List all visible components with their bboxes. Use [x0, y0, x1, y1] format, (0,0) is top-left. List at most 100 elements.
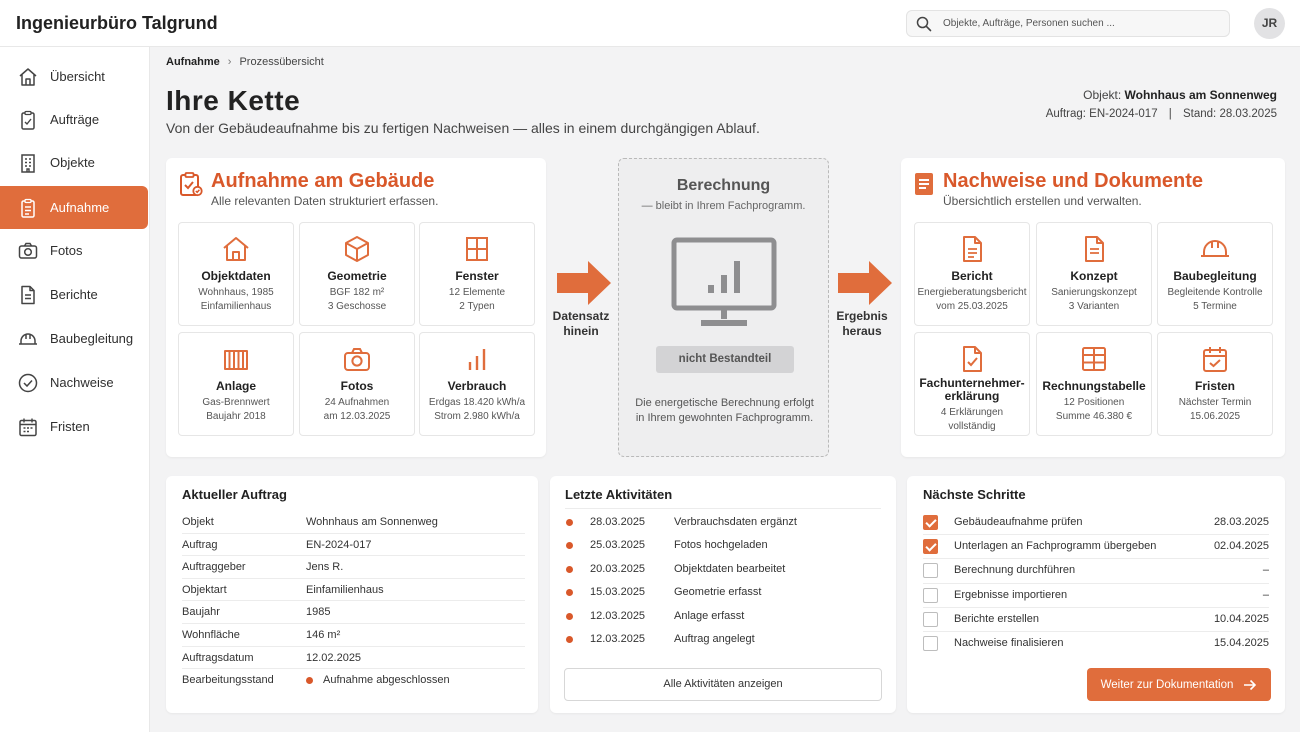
- step-item[interactable]: Nachweise finalisieren 15.04.2025: [923, 632, 1269, 656]
- step-date: 10.04.2025: [1213, 612, 1269, 625]
- order-value: EN-2024-017: [306, 538, 372, 551]
- step-checkbox[interactable]: [923, 563, 938, 579]
- sidebar-item-label: Baubegleitung: [50, 331, 134, 346]
- tile-line: Wohnhaus, 1985: [198, 287, 274, 298]
- step-date: 15.04.2025: [1213, 637, 1269, 649]
- order-line: Auftrag: EN-2024-017: [1045, 108, 1158, 120]
- camera-icon: [18, 242, 38, 259]
- sidebar-item-aufnahme[interactable]: Aufnahme: [0, 186, 148, 229]
- calendar-check-icon: [1203, 347, 1227, 372]
- arrow-right-icon: [557, 261, 611, 305]
- survey-card: Aufnahme am Gebäude Alle relevanten Date…: [166, 158, 546, 457]
- flow-in-line: hinein: [563, 324, 599, 338]
- activity-date: 12.03.2025: [590, 633, 646, 645]
- tile-baubegleitung[interactable]: Baubegleitung Begleitende Kontrolle 5 Te…: [1157, 222, 1273, 326]
- tile-line: am 12.03.2025: [323, 411, 391, 422]
- tile-line: Einfamilienhaus: [200, 301, 272, 312]
- sidebar-item-fotos[interactable]: Fotos: [0, 229, 148, 272]
- step-checkbox[interactable]: [923, 539, 938, 555]
- order-key: Objektart: [182, 583, 227, 596]
- show-all-activities-button[interactable]: Alle Aktivitäten anzeigen: [564, 668, 882, 701]
- step-label: Nachweise finalisieren: [954, 637, 1064, 649]
- radiator-icon: [224, 350, 248, 370]
- step-checkbox[interactable]: [923, 611, 938, 627]
- tile-fenster[interactable]: Fenster 12 Elemente 2 Typen: [419, 222, 535, 326]
- sidebar-item-nachweise[interactable]: Nachweise: [0, 361, 148, 404]
- calc-description-line: Die energetische Berechnung erfolgt: [635, 397, 814, 409]
- activity-item: 25.03.2025 Fotos hochgeladen: [566, 534, 882, 557]
- breadcrumb-root[interactable]: Aufnahme: [166, 56, 220, 68]
- tile-title: Fachunternehmer- erklärung: [919, 376, 1025, 403]
- tile-title: Konzept: [1070, 269, 1118, 283]
- order-value: Einfamilienhaus: [306, 583, 384, 596]
- tile-geometrie[interactable]: Geometrie BGF 182 m² 3 Geschosse: [299, 222, 415, 326]
- tile-line: 3 Varianten: [1068, 301, 1120, 312]
- sidebar-item-label: Übersicht: [50, 69, 105, 84]
- sidebar-item-objekte[interactable]: Objekte: [0, 141, 148, 184]
- monitor-chart-icon: [671, 237, 777, 326]
- tile-verbrauch[interactable]: Verbrauch Erdgas 18.420 kWh/a Strom 2.98…: [419, 332, 535, 436]
- step-item[interactable]: Unterlagen an Fachprogramm übergeben 02.0…: [923, 535, 1269, 560]
- step-item[interactable]: Berichte erstellen 10.04.2025: [923, 608, 1269, 632]
- step-item[interactable]: Ergebnisse importieren –: [923, 584, 1269, 608]
- tile-title: Verbrauch: [447, 379, 507, 393]
- activity-date: 20.03.2025: [590, 562, 646, 575]
- calculation-panel: Berechnung — bleibt in Ihrem Fachprogram…: [618, 158, 829, 457]
- object-value: Wohnhaus am Sonnenweg: [1124, 88, 1277, 102]
- step-item[interactable]: Gebäudeaufnahme prüfen 28.03.2025: [923, 511, 1269, 536]
- sidebar-item-label: Berichte: [50, 287, 98, 302]
- sidebar-item-baubegleitung[interactable]: Baubegleitung: [0, 317, 148, 360]
- search-placeholder: Objekte, Aufträge, Personen suchen ...: [943, 18, 1115, 29]
- page-subtitle: Von der Gebäudeaufnahme bis zu fertigen …: [166, 120, 760, 136]
- sidebar-item-auftraege[interactable]: Aufträge: [0, 98, 148, 141]
- building-icon: [21, 153, 35, 173]
- step-checkbox[interactable]: [923, 515, 938, 530]
- tile-objektdaten[interactable]: Objektdaten Wohnhaus, 1985 Einfamilienha…: [178, 222, 294, 326]
- arrow-right-icon: [838, 261, 892, 305]
- tile-fachunternehmererklaerung[interactable]: Fachunternehmer- erklärung 4 Erklärungen…: [914, 332, 1030, 436]
- tile-line: Gas-Brennwert: [202, 397, 270, 408]
- step-item[interactable]: Berechnung durchführen –: [923, 559, 1269, 584]
- bar-chart-icon: [468, 349, 486, 370]
- tile-line: Sanierungskonzept: [1051, 287, 1137, 298]
- step-checkbox[interactable]: [923, 636, 938, 651]
- tile-anlage[interactable]: Anlage Gas-Brennwert Baujahr 2018: [178, 332, 294, 436]
- sidebar-item-fristen[interactable]: Fristen: [0, 405, 148, 448]
- tile-bericht[interactable]: Bericht Energieberatungsbericht vom 25.0…: [914, 222, 1030, 326]
- avatar[interactable]: JR: [1254, 8, 1285, 39]
- sidebar-item-uebersicht[interactable]: Übersicht: [0, 55, 148, 98]
- calc-title: Berechnung: [676, 177, 771, 194]
- step-date: 28.03.2025: [1213, 516, 1269, 528]
- status-dot: [306, 676, 313, 684]
- house-icon: [223, 237, 249, 261]
- tile-line: Begleitende Kontrolle: [1167, 287, 1263, 298]
- flow-out-line: heraus: [842, 324, 882, 338]
- order-key: Auftrag: [182, 538, 218, 551]
- tile-fristen[interactable]: Fristen Nächster Termin 15.06.2025: [1157, 332, 1273, 436]
- tile-rechnungstabelle[interactable]: Rechnungstabelle 12 Positionen Summe 46.…: [1036, 332, 1152, 436]
- tile-line: 15.06.2025: [1189, 411, 1241, 422]
- order-row: Baujahr 1985: [182, 601, 525, 624]
- activity-date: 25.03.2025: [590, 539, 646, 552]
- object-label: Objekt:: [1083, 88, 1122, 102]
- calc-description-line: in Ihrem gewohnten Fachprogramm.: [635, 412, 814, 424]
- step-checkbox[interactable]: [923, 587, 938, 603]
- activity-date: 28.03.2025: [590, 516, 646, 528]
- order-value: 1985: [306, 606, 331, 619]
- activity-dot: [566, 542, 573, 550]
- tile-konzept[interactable]: Konzept Sanierungskonzept 3 Varianten: [1036, 222, 1152, 326]
- home-icon: [19, 67, 37, 86]
- activity-item: 20.03.2025 Objektdaten bearbeitet: [566, 558, 882, 581]
- survey-title: Aufnahme am Gebäude: [211, 170, 435, 192]
- activity-text: Auftrag angelegt: [674, 633, 755, 645]
- sidebar-item-berichte[interactable]: Berichte: [0, 273, 148, 316]
- activity-date: 12.03.2025: [590, 609, 646, 622]
- sidebar-item-label: Aufträge: [50, 112, 100, 127]
- clipboard-list-icon: [21, 198, 35, 218]
- document-icon: [21, 285, 35, 304]
- hardhat-icon: [1201, 240, 1229, 257]
- tile-fotos[interactable]: Fotos 24 Aufnahmen am 12.03.2025: [299, 332, 415, 436]
- order-key: Baujahr: [182, 606, 220, 619]
- continue-documentation-button[interactable]: Weiter zur Dokumentation: [1087, 668, 1271, 701]
- search-input[interactable]: Objekte, Aufträge, Personen suchen ...: [906, 10, 1230, 37]
